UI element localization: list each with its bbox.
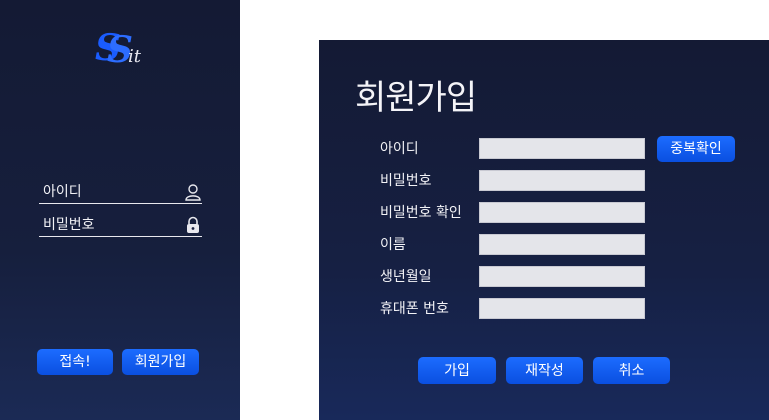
password-label: 비밀번호 (380, 173, 432, 189)
connect-button[interactable]: 접속! (37, 349, 113, 375)
signup-panel: 회원가입 아이디 중복확인 비밀번호 비밀번호 확인 이름 생년월일 휴대폰 번… (319, 40, 769, 420)
login-panel: S S it 아이디 비밀번호 접속! 회원가입 (0, 0, 240, 420)
password-confirm-input[interactable] (479, 202, 645, 223)
password-input[interactable] (479, 170, 645, 191)
birth-label: 생년월일 (380, 269, 432, 285)
birth-input[interactable] (479, 266, 645, 287)
phone-input[interactable] (479, 298, 645, 319)
id-input[interactable] (479, 138, 645, 159)
rewrite-button[interactable]: 재작성 (506, 357, 583, 384)
signup-open-button[interactable]: 회원가입 (122, 349, 199, 375)
signup-title: 회원가입 (355, 78, 477, 118)
login-id-label: 아이디 (43, 184, 82, 200)
ssit-logo: S S it (95, 26, 155, 71)
id-label: 아이디 (380, 141, 419, 157)
phone-label: 휴대폰 번호 (380, 301, 449, 317)
duplicate-check-button[interactable]: 중복확인 (657, 136, 735, 162)
login-id-field[interactable]: 아이디 (39, 181, 202, 204)
lock-icon (184, 216, 202, 234)
cancel-button[interactable]: 취소 (593, 357, 670, 384)
svg-text:it: it (128, 46, 142, 67)
user-icon (184, 183, 202, 201)
join-button[interactable]: 가입 (418, 357, 496, 384)
name-input[interactable] (479, 234, 645, 255)
login-password-field[interactable]: 비밀번호 (39, 214, 202, 237)
login-password-label: 비밀번호 (43, 217, 95, 233)
ssit-logo-mark: S S it (95, 27, 142, 71)
password-confirm-label: 비밀번호 확인 (380, 205, 462, 221)
name-label: 이름 (380, 237, 406, 253)
